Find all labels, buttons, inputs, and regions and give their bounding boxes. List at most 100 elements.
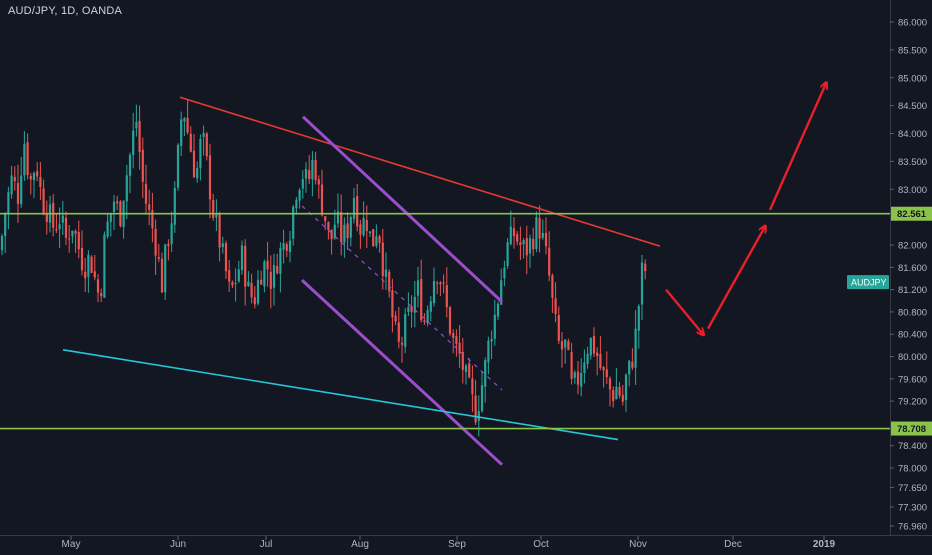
candle-up	[535, 217, 538, 250]
candle-up	[416, 280, 420, 296]
candle-up	[58, 224, 61, 230]
candle-down	[359, 224, 362, 235]
y-tick-label: 85.500	[898, 45, 927, 56]
candle-down	[231, 282, 234, 286]
candle-down	[471, 378, 474, 395]
candle-down	[212, 200, 215, 218]
candle-down	[64, 217, 68, 238]
candle-down	[397, 322, 400, 342]
candle-down	[391, 290, 394, 318]
candle-down	[16, 183, 20, 204]
candle-down	[608, 378, 612, 390]
candle-down	[544, 232, 548, 247]
candle-up	[624, 374, 628, 400]
candle-down	[96, 279, 100, 293]
candle-down	[74, 230, 77, 234]
candle-down	[599, 353, 602, 368]
candle-down	[400, 342, 404, 345]
candle-up	[311, 160, 314, 180]
x-tick-label: Jun	[170, 539, 186, 550]
candle-down	[116, 201, 119, 204]
candle-down	[208, 155, 212, 200]
candle-up	[237, 269, 240, 282]
candle-down	[452, 333, 455, 338]
candle-down	[228, 270, 231, 282]
y-tick-label: 86.000	[898, 18, 927, 29]
candle-up	[61, 215, 64, 223]
candle-down	[372, 229, 375, 247]
y-tick-label: 82.000	[898, 241, 927, 252]
candle-up	[301, 179, 304, 189]
candle-down	[205, 133, 208, 157]
candle-up	[426, 310, 429, 324]
candle-up	[103, 234, 106, 298]
candle-up	[170, 223, 173, 245]
candle-down	[596, 352, 599, 357]
candle-up	[176, 144, 180, 188]
candle-up	[493, 314, 496, 339]
candle-down	[68, 238, 71, 240]
candle-down	[455, 336, 458, 344]
candle-down	[151, 210, 154, 229]
candle-up	[23, 144, 26, 176]
y-tick-label: 76.960	[898, 522, 927, 533]
candle-up	[272, 265, 276, 288]
candle-down	[365, 220, 368, 232]
candle-up	[384, 269, 388, 277]
candle-down	[567, 341, 570, 350]
candle-down	[532, 238, 535, 250]
candle-down	[100, 293, 103, 297]
x-tick-label: 2019	[813, 539, 836, 550]
candle-down	[36, 171, 39, 177]
y-tick-label: 79.200	[898, 397, 927, 408]
candle-up	[20, 175, 23, 205]
candle-down	[378, 236, 381, 243]
candle-up	[240, 245, 244, 271]
candle-up	[528, 238, 532, 254]
price-chart[interactable]: 82.561 78.708 AUDJPY 86.000 85.500 85.000 84.…	[0, 0, 932, 550]
candle-up	[125, 175, 128, 202]
candle-down	[157, 257, 160, 259]
candle-up	[180, 119, 183, 146]
y-tick-label: 84.500	[898, 101, 927, 112]
candle-down	[308, 170, 311, 180]
candle-down	[26, 142, 29, 176]
candle-down	[285, 244, 288, 251]
candle-down	[160, 258, 164, 293]
candle-down	[519, 242, 522, 246]
candle-down	[576, 371, 580, 385]
candle-up	[132, 130, 135, 156]
candle-up	[580, 373, 583, 387]
candle-up	[375, 236, 378, 246]
candle-down	[317, 179, 320, 185]
y-tick-label: 77.300	[898, 503, 927, 514]
candle-up	[583, 362, 586, 373]
candle-up	[490, 338, 493, 342]
candle-down	[516, 234, 519, 242]
candle-down	[55, 228, 58, 231]
candle-down	[154, 228, 157, 256]
candle-down	[618, 386, 621, 396]
x-tick-label: Dec	[724, 539, 742, 550]
candle-down	[276, 265, 279, 274]
candle-down	[80, 247, 84, 271]
candle-up	[589, 337, 592, 356]
candle-up	[87, 254, 90, 277]
candle-down	[260, 279, 263, 285]
candle-down	[548, 247, 551, 276]
candle-up	[637, 306, 640, 331]
candle-down	[602, 367, 605, 371]
candle-up	[279, 248, 282, 274]
candle-down	[39, 176, 42, 188]
candle-down	[93, 271, 96, 278]
candle-up	[464, 365, 468, 373]
candle-down	[605, 369, 608, 378]
candle-up	[10, 175, 13, 195]
candle-up	[0, 235, 4, 251]
y-tick-label: 85.000	[898, 73, 927, 84]
x-tick-label: Sep	[448, 539, 466, 550]
y-tick-label: 81.600	[898, 263, 927, 274]
chart-title: AUD/JPY, 1D, OANDA	[8, 5, 123, 17]
chart-area[interactable]: AUD/JPY, 1D, OANDA 82.561 78.708 AUDJPY 86…	[0, 0, 932, 550]
candle-up	[71, 230, 74, 237]
